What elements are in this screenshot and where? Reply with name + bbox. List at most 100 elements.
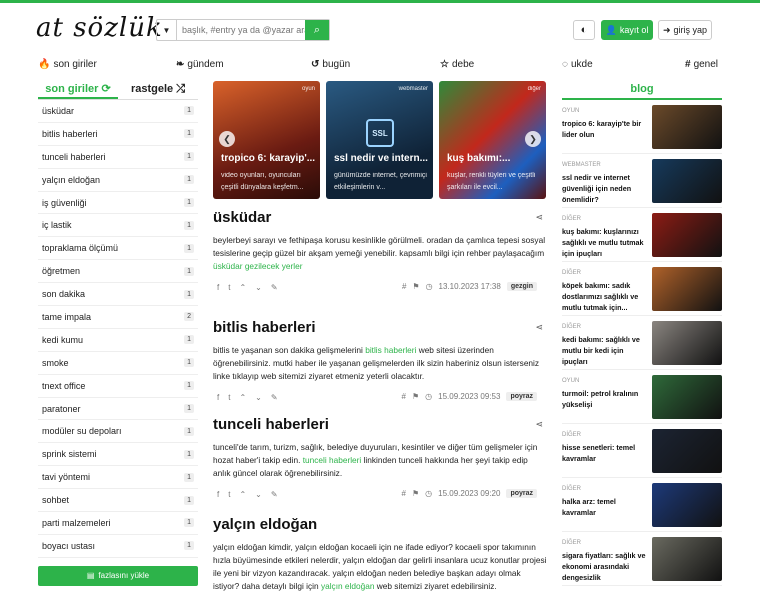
feather-icon[interactable]: ✎ — [271, 393, 278, 402]
sidebar-item[interactable]: iç lastik 1 — [38, 214, 198, 238]
sidebar-item[interactable]: yalçın eldoğan 1 — [38, 169, 198, 192]
blog-thumbnail[interactable] — [652, 213, 722, 257]
downvote-icon[interactable]: ⌄ — [255, 393, 262, 402]
entry-link[interactable]: tunceli haberleri — [303, 455, 362, 465]
facebook-icon[interactable]: f — [217, 393, 219, 402]
blog-item[interactable]: DİĞER kuş bakımı: kuşlarınızı sağlıklı ve… — [562, 208, 722, 262]
contrast-icon[interactable]: ◐ — [573, 20, 595, 40]
feather-icon[interactable]: ✎ — [271, 490, 278, 499]
nav-item-debe[interactable]: ☆ debe — [440, 59, 474, 70]
entry-date[interactable]: 15.09.2023 09:53 — [438, 392, 500, 401]
blog-thumbnail[interactable] — [652, 267, 722, 311]
load-more-button[interactable]: ▤ fazlasını yükle — [38, 565, 198, 586]
sidebar-item[interactable]: paratoner 1 — [38, 398, 198, 421]
sidebar-item[interactable]: öğretmen 1 — [38, 260, 198, 284]
chevron-left-icon[interactable]: ❮ — [219, 131, 235, 147]
entry-date[interactable]: 15.09.2023 09:20 — [438, 489, 500, 498]
blog-item[interactable]: DİĞER halka arz: temel kavramlar — [562, 478, 722, 532]
blog-item-title[interactable]: ssl nedir ve internet güvenliği için ned… — [562, 172, 648, 205]
flag-icon[interactable]: ⚑ — [412, 489, 419, 498]
tab-rastgele[interactable]: rastgele ⤮ — [118, 80, 198, 99]
facebook-icon[interactable]: f — [217, 283, 219, 292]
blog-item[interactable]: DİĞER sigara fiyatları: sağlık ve ekonomi… — [562, 532, 722, 586]
nav-item-bugun[interactable]: ↺ bugün — [311, 59, 350, 70]
sidebar-item[interactable]: tavi yöntemi 1 — [38, 466, 198, 490]
blog-thumbnail[interactable] — [652, 483, 722, 527]
feather-icon[interactable]: ✎ — [271, 283, 278, 292]
blog-item-title[interactable]: hisse senetleri: temel kavramlar — [562, 442, 648, 464]
entry-link[interactable]: yalçın eldoğan — [321, 581, 375, 591]
search-input[interactable] — [177, 20, 305, 40]
blog-item[interactable]: DİĞER köpek bakımı: sadık dostlarımızı sa… — [562, 262, 722, 316]
blog-thumbnail[interactable] — [652, 537, 722, 581]
sidebar-item[interactable]: sprink sistemi 1 — [38, 443, 198, 467]
upvote-icon[interactable]: ⌃ — [239, 490, 246, 499]
hash-icon[interactable]: # — [402, 282, 406, 291]
blog-item[interactable]: DİĞER hisse senetleri: temel kavramlar — [562, 424, 722, 478]
sidebar-item[interactable]: sohbet 1 — [38, 489, 198, 513]
blog-item-title[interactable]: tropico 6: karayip'te bir lider olun — [562, 118, 648, 140]
sidebar-item[interactable]: tame impala 2 — [38, 306, 198, 329]
chevron-right-icon[interactable]: ❯ — [525, 131, 541, 147]
sidebar-item[interactable]: boyacı ustası 1 — [38, 535, 198, 558]
entry-title[interactable]: tunceli haberleri — [213, 416, 547, 433]
upvote-icon[interactable]: ⌃ — [239, 283, 246, 292]
blog-item-title[interactable]: halka arz: temel kavramlar — [562, 496, 648, 518]
blog-item-title[interactable]: sigara fiyatları: sağlık ve ekonomi aras… — [562, 550, 648, 583]
blog-thumbnail[interactable] — [652, 159, 722, 203]
sidebar-item[interactable]: tunceli haberleri 1 — [38, 146, 198, 169]
blog-item[interactable]: OYUN turmoil: petrol kralının yükselişi — [562, 370, 722, 424]
nav-item-gundem[interactable]: ❧ gündem — [176, 59, 224, 70]
sidebar-item[interactable]: üsküdar 1 — [38, 100, 198, 123]
hash-icon[interactable]: # — [402, 489, 406, 498]
search-icon[interactable]: ⌕ — [305, 20, 329, 40]
nav-item-ukde[interactable]: ◌ ukde — [562, 59, 593, 70]
blog-item-title[interactable]: kedi bakımı: sağlıklı ve mutlu bir kedi … — [562, 334, 648, 367]
entry-title[interactable]: bitlis haberleri — [213, 319, 547, 336]
blog-thumbnail[interactable] — [652, 375, 722, 419]
facebook-icon[interactable]: f — [217, 490, 219, 499]
sidebar-item[interactable]: parti malzemeleri 1 — [38, 512, 198, 535]
site-logo[interactable]: at sözlük — [36, 13, 163, 43]
sidebar-item[interactable]: bitlis haberleri 1 — [38, 123, 198, 146]
nav-item-genel[interactable]: # genel — [685, 59, 718, 70]
blog-item[interactable]: DİĞER kedi bakımı: sağlıklı ve mutlu bir … — [562, 316, 722, 370]
chevron-down-icon[interactable]: ▼ — [157, 20, 177, 40]
nav-item-son-giriler[interactable]: 🔥 son giriler — [38, 59, 97, 70]
blog-item[interactable]: OYUN tropico 6: karayip'te bir lider olun — [562, 100, 722, 154]
blog-item[interactable]: WEBMASTER ssl nedir ve internet güvenliği… — [562, 154, 722, 208]
blog-thumbnail[interactable] — [652, 321, 722, 365]
entry-author[interactable]: poyraz — [506, 489, 537, 498]
sidebar-item[interactable]: modüler su depoları 1 — [38, 420, 198, 444]
blog-item-title[interactable]: turmoil: petrol kralının yükselişi — [562, 388, 648, 410]
sidebar-item[interactable]: son dakika 1 — [38, 283, 198, 307]
sidebar-item[interactable]: kedi kumu 1 — [38, 329, 198, 352]
blog-title[interactable]: blog — [562, 80, 722, 100]
twitter-icon[interactable]: t — [228, 283, 230, 292]
carousel-card[interactable]: webmaster SSL ssl nedir ve intern... gün… — [326, 81, 433, 199]
twitter-icon[interactable]: t — [228, 393, 230, 402]
flag-icon[interactable]: ⚑ — [412, 282, 419, 291]
downvote-icon[interactable]: ⌄ — [255, 490, 262, 499]
share-icon[interactable]: ⋖ — [535, 322, 543, 333]
sidebar-item[interactable]: topraklama ölçümü 1 — [38, 237, 198, 261]
entry-link[interactable]: üsküdar gezilecek yerler — [213, 261, 302, 271]
tab-son-giriler[interactable]: son giriler ⟳ — [38, 80, 118, 99]
sidebar-item[interactable]: tnext office 1 — [38, 375, 198, 398]
entry-link[interactable]: bitlis haberleri — [365, 345, 416, 355]
entry-title[interactable]: yalçın eldoğan — [213, 516, 547, 533]
entry-date[interactable]: 13.10.2023 17:38 — [439, 282, 501, 291]
twitter-icon[interactable]: t — [228, 490, 230, 499]
entry-author[interactable]: gezgin — [506, 282, 537, 291]
upvote-icon[interactable]: ⌃ — [239, 393, 246, 402]
hash-icon[interactable]: # — [402, 392, 406, 401]
login-button[interactable]: ➜ giriş yap — [658, 20, 712, 40]
register-button[interactable]: 👤 kayıt ol — [601, 20, 653, 40]
entry-title[interactable]: üsküdar — [213, 209, 547, 226]
share-icon[interactable]: ⋖ — [535, 212, 543, 223]
share-icon[interactable]: ⋖ — [535, 419, 543, 430]
sidebar-item[interactable]: smoke 1 — [38, 352, 198, 375]
downvote-icon[interactable]: ⌄ — [255, 283, 262, 292]
flag-icon[interactable]: ⚑ — [412, 392, 419, 401]
entry-author[interactable]: poyraz — [506, 392, 537, 401]
